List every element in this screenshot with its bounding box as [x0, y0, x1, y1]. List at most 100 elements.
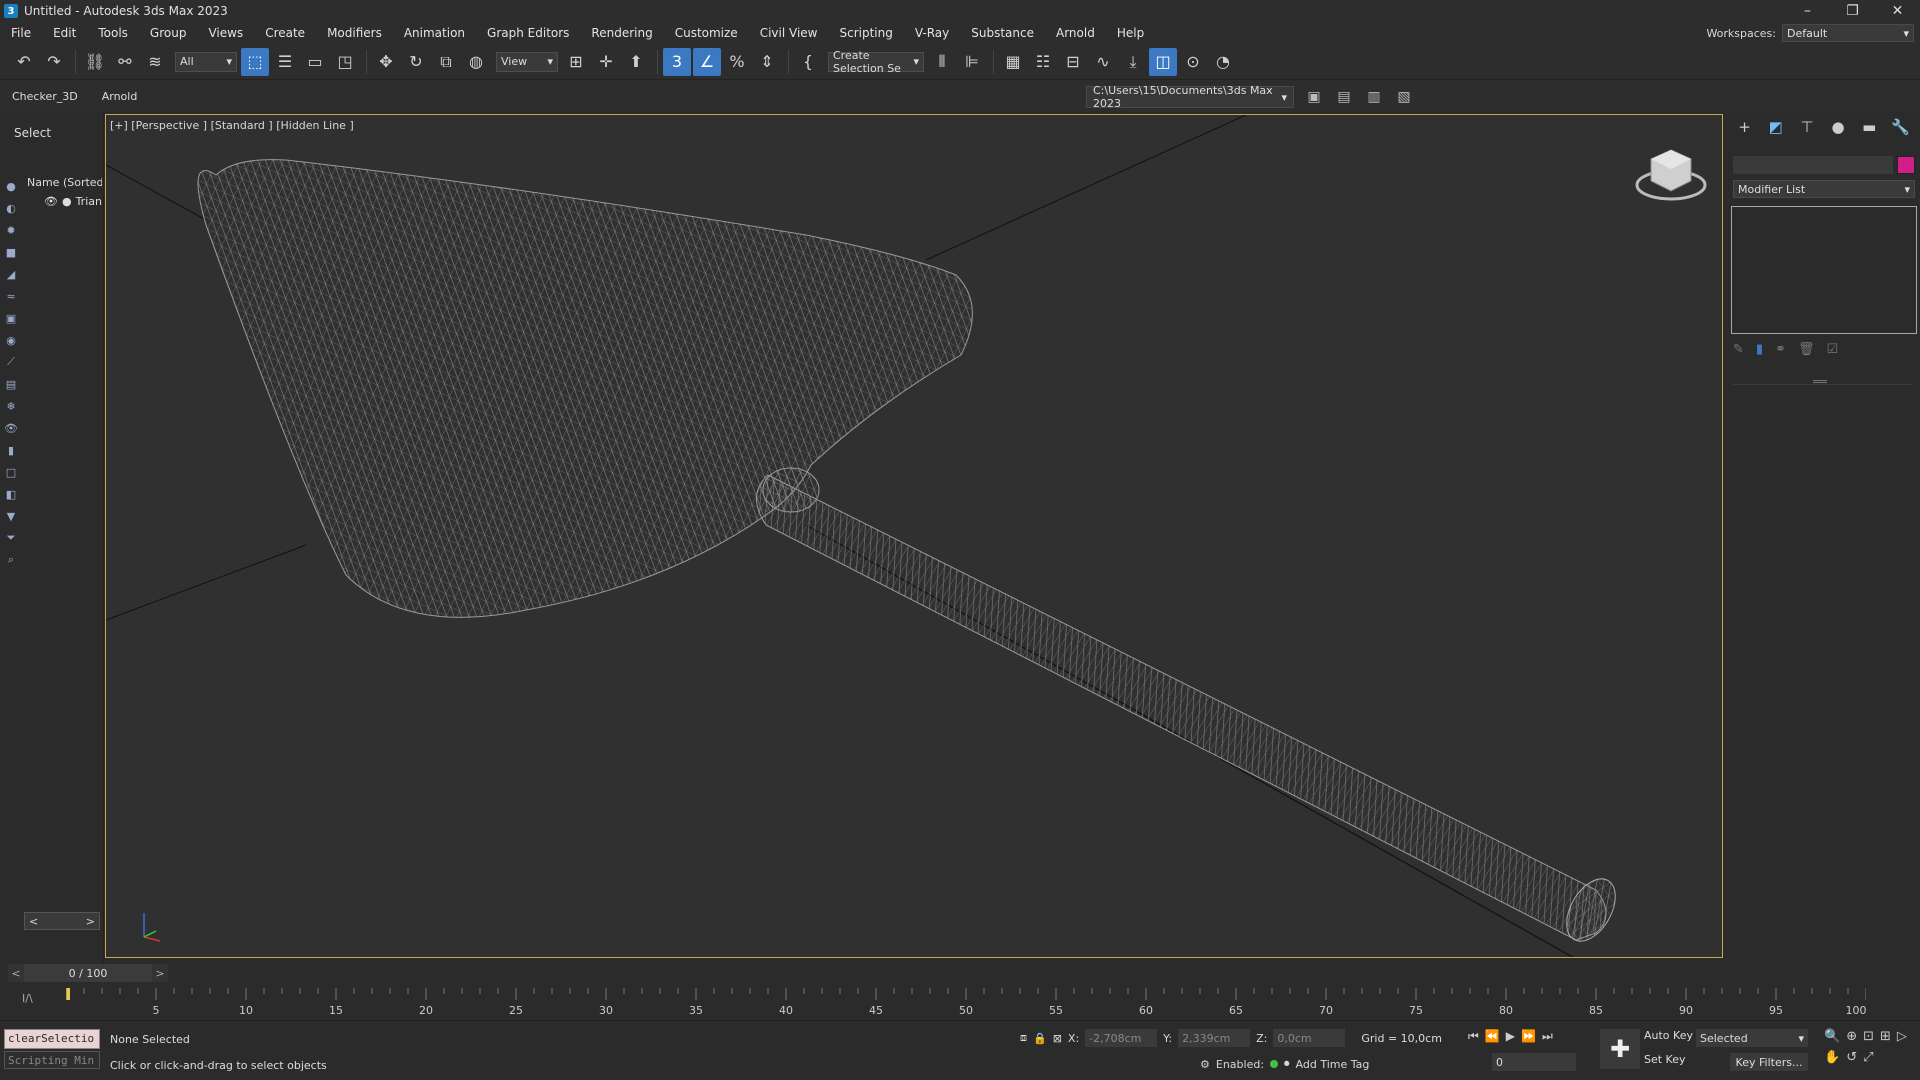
- align-icon[interactable]: ⊫: [958, 48, 986, 76]
- field-of-view-icon[interactable]: ▷: [1897, 1029, 1907, 1044]
- time-cursor[interactable]: [66, 988, 70, 1000]
- cameras-filter-icon[interactable]: ■: [2, 242, 20, 262]
- utilities-tab-icon[interactable]: 🔧: [1888, 118, 1912, 136]
- motion-tab-icon[interactable]: ●: [1826, 118, 1850, 136]
- display-none-icon[interactable]: □: [2, 462, 20, 482]
- time-tag-icon[interactable]: ⏺: [1284, 1057, 1290, 1071]
- menu-file[interactable]: File: [0, 22, 42, 44]
- schematic-view-icon[interactable]: ⤓: [1119, 48, 1147, 76]
- named-selection-dropdown[interactable]: Create Selection Se ▾: [828, 49, 924, 75]
- x-coordinate-field[interactable]: -2,708cm: [1085, 1029, 1158, 1047]
- pin-stack-icon[interactable]: ✎: [1733, 342, 1744, 357]
- restore-button[interactable]: ❐: [1830, 0, 1875, 22]
- scroll-right-icon[interactable]: >: [86, 915, 95, 928]
- menu-edit[interactable]: Edit: [42, 22, 87, 44]
- containers-filter-icon[interactable]: ▤: [2, 374, 20, 394]
- absolute-mode-icon[interactable]: ⊠: [1053, 1032, 1062, 1045]
- menu-create[interactable]: Create: [254, 22, 316, 44]
- lock-selection-icon[interactable]: 🔒: [1033, 1032, 1047, 1045]
- resize-grip[interactable]: [1813, 380, 1827, 383]
- frozen-filter-icon[interactable]: ❄: [2, 396, 20, 416]
- horizontal-scrollbar[interactable]: < >: [24, 912, 100, 930]
- scale-icon[interactable]: ⧉: [432, 48, 460, 76]
- project-folder-icon[interactable]: ▣: [1302, 86, 1326, 108]
- menu-views[interactable]: Views: [197, 22, 254, 44]
- groups-filter-icon[interactable]: ▣: [2, 308, 20, 328]
- object-color-swatch[interactable]: [1897, 156, 1915, 174]
- move-icon[interactable]: ✥: [372, 48, 400, 76]
- find-icon[interactable]: ⌕: [2, 550, 20, 570]
- spinner-snap-icon[interactable]: ⇕: [753, 48, 781, 76]
- go-to-start-icon[interactable]: ⏮: [1468, 1029, 1479, 1044]
- key-selection-dropdown[interactable]: Selected ▾: [1696, 1029, 1808, 1047]
- time-slider[interactable]: < 0 / 100 >: [8, 964, 168, 982]
- shapes-filter-icon[interactable]: ◐: [2, 198, 20, 218]
- pan-icon[interactable]: ✋: [1824, 1050, 1840, 1065]
- remove-modifier-icon[interactable]: 🗑: [1798, 342, 1815, 357]
- redo-icon[interactable]: ↷: [40, 48, 68, 76]
- rect-selection-icon[interactable]: ▭: [301, 48, 329, 76]
- percent-snap-icon[interactable]: %: [723, 48, 751, 76]
- go-to-end-icon[interactable]: ⏭: [1542, 1029, 1553, 1044]
- filter-icon[interactable]: ▼: [2, 506, 20, 526]
- timeline-ruler[interactable]: 5 10 15 20 25 30 35 40 45 50 55 60 65 70 75 80 85 90 95 100: [66, 984, 1866, 1020]
- tab-checker-3d[interactable]: Checker_3D: [0, 90, 90, 103]
- project-settings-icon[interactable]: ▥: [1362, 86, 1386, 108]
- menu-tools[interactable]: Tools: [87, 22, 139, 44]
- invert-display-icon[interactable]: ◧: [2, 484, 20, 504]
- menu-substance[interactable]: Substance: [960, 22, 1045, 44]
- scroll-left-icon[interactable]: <: [29, 915, 38, 928]
- add-time-tag[interactable]: Add Time Tag: [1296, 1058, 1370, 1071]
- project-path-dropdown[interactable]: C:\Users\15\Documents\3ds Max 2023 ▾: [1086, 84, 1294, 110]
- prev-frame-icon[interactable]: <: [8, 964, 24, 982]
- menu-customize[interactable]: Customize: [664, 22, 749, 44]
- undo-icon[interactable]: ↶: [10, 48, 38, 76]
- reference-coord-dropdown[interactable]: View ▾: [496, 51, 558, 72]
- configure-sets-icon[interactable]: ☑: [1826, 342, 1838, 357]
- previous-key-icon[interactable]: ⏪: [1485, 1029, 1500, 1044]
- make-unique-icon[interactable]: ⚭: [1775, 342, 1786, 357]
- select-manipulate-icon[interactable]: ✛: [592, 48, 620, 76]
- z-coordinate-field[interactable]: 0,0cm: [1273, 1029, 1346, 1047]
- perspective-viewport[interactable]: [+] [Perspective ] [Standard ] [Hidden L…: [105, 114, 1723, 958]
- create-project-icon[interactable]: ▤: [1332, 86, 1356, 108]
- hidden-filter-icon[interactable]: 👁: [2, 418, 20, 438]
- spacewarps-filter-icon[interactable]: ≈: [2, 286, 20, 306]
- selection-filter-dropdown[interactable]: All ▾: [175, 51, 237, 72]
- menu-rendering[interactable]: Rendering: [580, 22, 663, 44]
- bind-space-warp-icon[interactable]: ≋: [141, 48, 169, 76]
- maxscript-mini-listener[interactable]: Scripting Min: [4, 1051, 100, 1069]
- modify-tab-icon[interactable]: ◩: [1764, 118, 1788, 136]
- viewcube-icon[interactable]: [1634, 145, 1708, 205]
- modifier-stack[interactable]: [1731, 206, 1917, 334]
- angle-snap-icon[interactable]: ∠: [693, 47, 721, 76]
- scene-explorer-toggle-icon[interactable]: ▦: [999, 48, 1027, 76]
- keyboard-shortcut-override-icon[interactable]: ⬆: [622, 48, 650, 76]
- handle-mesh[interactable]: [756, 474, 1625, 949]
- maximize-viewport-icon[interactable]: ⤢: [1863, 1050, 1873, 1065]
- isolate-icon[interactable]: ⧈: [1020, 1031, 1027, 1045]
- viewport-label[interactable]: [+] [Perspective ] [Standard ] [Hidden L…: [110, 119, 354, 132]
- viewport-scene[interactable]: [106, 115, 1723, 958]
- select-object-icon[interactable]: ⬚: [241, 47, 269, 76]
- menu-group[interactable]: Group: [139, 22, 198, 44]
- next-frame-icon[interactable]: >: [152, 964, 168, 982]
- menu-arnold[interactable]: Arnold: [1045, 22, 1106, 44]
- name-column-header[interactable]: Name (Sorted A: [24, 174, 102, 192]
- eye-icon[interactable]: 👁: [44, 195, 58, 208]
- xrefs-filter-icon[interactable]: ◉: [2, 330, 20, 350]
- set-key-button[interactable]: Set Key: [1644, 1053, 1686, 1066]
- current-frame-field[interactable]: 0: [1492, 1053, 1576, 1071]
- show-end-result-icon[interactable]: ▮: [1756, 342, 1763, 357]
- bones-filter-icon[interactable]: ⟋: [2, 352, 20, 372]
- select-by-name-icon[interactable]: ☰: [271, 48, 299, 76]
- layer-explorer-icon[interactable]: ☷: [1029, 48, 1057, 76]
- hierarchy-tab-icon[interactable]: ⊤: [1795, 118, 1819, 136]
- menu-civil-view[interactable]: Civil View: [749, 22, 829, 44]
- zoom-extents-icon[interactable]: ⊡: [1863, 1029, 1874, 1044]
- place-icon[interactable]: ◍: [462, 48, 490, 76]
- track-bar[interactable]: Ⅰ/\ 5 10 15 20 25 30 35 40 45 50 55 60 65 70 75 80 85 90 9…: [0, 984, 1920, 1020]
- maxscript-listener-input[interactable]: clearSelectio: [4, 1029, 100, 1049]
- list-item[interactable]: 👁 ● Trian: [24, 192, 102, 210]
- minimize-button[interactable]: –: [1785, 0, 1830, 22]
